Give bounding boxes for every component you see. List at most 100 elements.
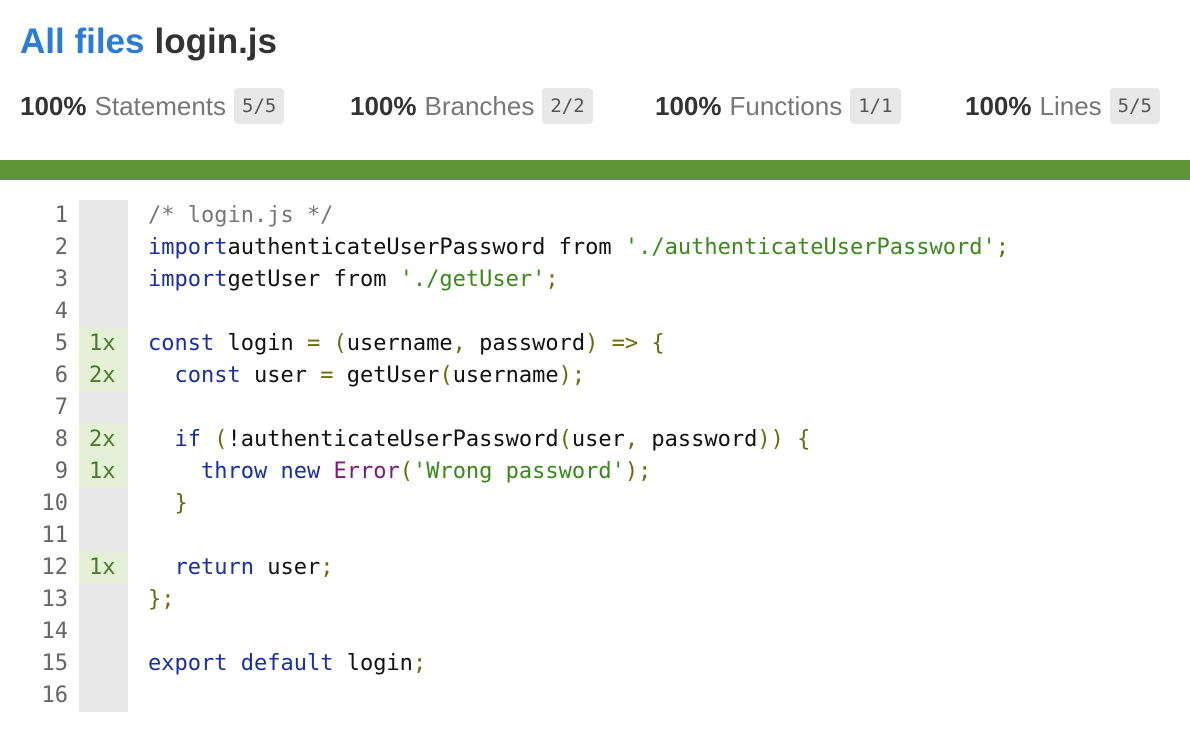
line-source: /* login.js */: [148, 200, 333, 232]
code-token: )): [757, 427, 784, 452]
code-token: 'Wrong password': [412, 459, 625, 484]
code-token: =: [320, 363, 334, 388]
line-hit-count: [79, 264, 128, 296]
code-token: (: [558, 427, 572, 452]
line-number[interactable]: 2: [0, 232, 68, 264]
line-number[interactable]: 14: [0, 616, 69, 648]
code-token: throw: [200, 459, 268, 484]
code-token: import: [148, 267, 228, 292]
file-name-title: login.js: [154, 22, 277, 61]
code-token: if: [174, 427, 202, 452]
code-token: user: [253, 555, 321, 580]
code-token: authenticateUserPassword: [227, 235, 559, 260]
line-hit-count: 1x: [79, 552, 128, 584]
code-token: =>: [611, 331, 639, 356]
code-token: ,: [624, 427, 639, 452]
code-token: username: [346, 331, 453, 356]
line-hit-count: [79, 680, 128, 712]
line-number[interactable]: 11: [0, 520, 69, 552]
functions-summary: 100% Functions 1/1: [655, 86, 901, 126]
breadcrumb: All files login.js: [20, 18, 277, 66]
coverage-summary: 100% Statements 5/5 100% Branches 2/2 10…: [20, 86, 1190, 126]
code-token: ;: [995, 235, 1009, 260]
lines-percent: 100%: [965, 90, 1032, 121]
code-token: new: [280, 459, 321, 484]
line-number[interactable]: 8: [0, 424, 68, 456]
code-token: './authenticateUserPassword': [624, 235, 996, 260]
line-number[interactable]: 1: [0, 200, 68, 232]
line-number[interactable]: 3: [0, 264, 68, 296]
line-number[interactable]: 13: [0, 584, 69, 616]
code-token: password: [638, 427, 758, 452]
functions-label: Functions: [729, 90, 843, 121]
code-token: ;: [571, 363, 586, 388]
code-token: (: [439, 363, 453, 388]
line-hit-count: [79, 392, 128, 424]
coverage-status-bar: [0, 160, 1190, 180]
code-token: password: [465, 331, 586, 356]
line-number[interactable]: 5: [0, 328, 68, 360]
line-source: if (!authenticateUserPassword(user, pass…: [148, 424, 811, 456]
line-hit-count: [79, 584, 128, 616]
line-hit-count: [79, 232, 128, 264]
code-token: export: [148, 651, 228, 676]
line-hit-count: [79, 648, 128, 680]
code-token: }: [174, 491, 188, 516]
code-token: user: [240, 363, 321, 388]
line-hit-count: [79, 488, 128, 520]
line-number[interactable]: 10: [0, 488, 69, 520]
line-source: export default login;: [148, 648, 426, 680]
line-source: }: [148, 488, 188, 520]
line-number[interactable]: 6: [0, 360, 68, 392]
line-hit-count: [79, 616, 128, 648]
code-token: user: [571, 427, 625, 452]
code-token: from: [558, 235, 625, 260]
code-token: ;: [320, 555, 334, 580]
code-token: ): [585, 331, 599, 356]
line-source: importauthenticateUserPassword from './a…: [148, 232, 1009, 264]
code-token: Error: [333, 459, 400, 484]
statements-summary: 100% Statements 5/5: [20, 86, 285, 126]
line-source: throw new Error('Wrong password');: [148, 456, 651, 488]
line-source: };: [148, 584, 175, 616]
page-header: All files login.js: [20, 18, 277, 66]
code-token: const: [174, 363, 241, 388]
code-token: (: [214, 427, 228, 452]
code-token: const: [148, 331, 215, 356]
code-token: getUser: [333, 363, 440, 388]
line-hit-count: [79, 296, 128, 328]
code-token: };: [148, 587, 175, 612]
line-number[interactable]: 16: [0, 680, 69, 712]
branches-fraction: 2/2: [542, 88, 593, 124]
statements-label: Statements: [94, 90, 227, 121]
code-token: ): [624, 459, 639, 484]
code-token: ;: [638, 459, 652, 484]
line-source: const login = (username, password) => {: [148, 328, 665, 360]
line-number[interactable]: 9: [0, 456, 68, 488]
lines-fraction: 5/5: [1109, 88, 1160, 124]
line-source: importgetUser from './getUser';: [148, 264, 559, 296]
code-token: getUser: [227, 267, 334, 292]
line-hit-count: 2x: [79, 360, 128, 392]
code-token: ;: [412, 651, 427, 676]
code-token: (: [399, 459, 413, 484]
line-hit-count: [79, 200, 128, 232]
functions-fraction: 1/1: [850, 88, 901, 124]
line-number[interactable]: 12: [0, 552, 69, 584]
all-files-link[interactable]: All files: [20, 22, 144, 61]
branches-label: Branches: [424, 90, 535, 121]
line-hit-count: [79, 520, 128, 552]
line-number[interactable]: 7: [0, 392, 68, 424]
line-source: return user;: [148, 552, 334, 584]
line-number[interactable]: 15: [0, 648, 69, 680]
line-number[interactable]: 4: [0, 296, 68, 328]
